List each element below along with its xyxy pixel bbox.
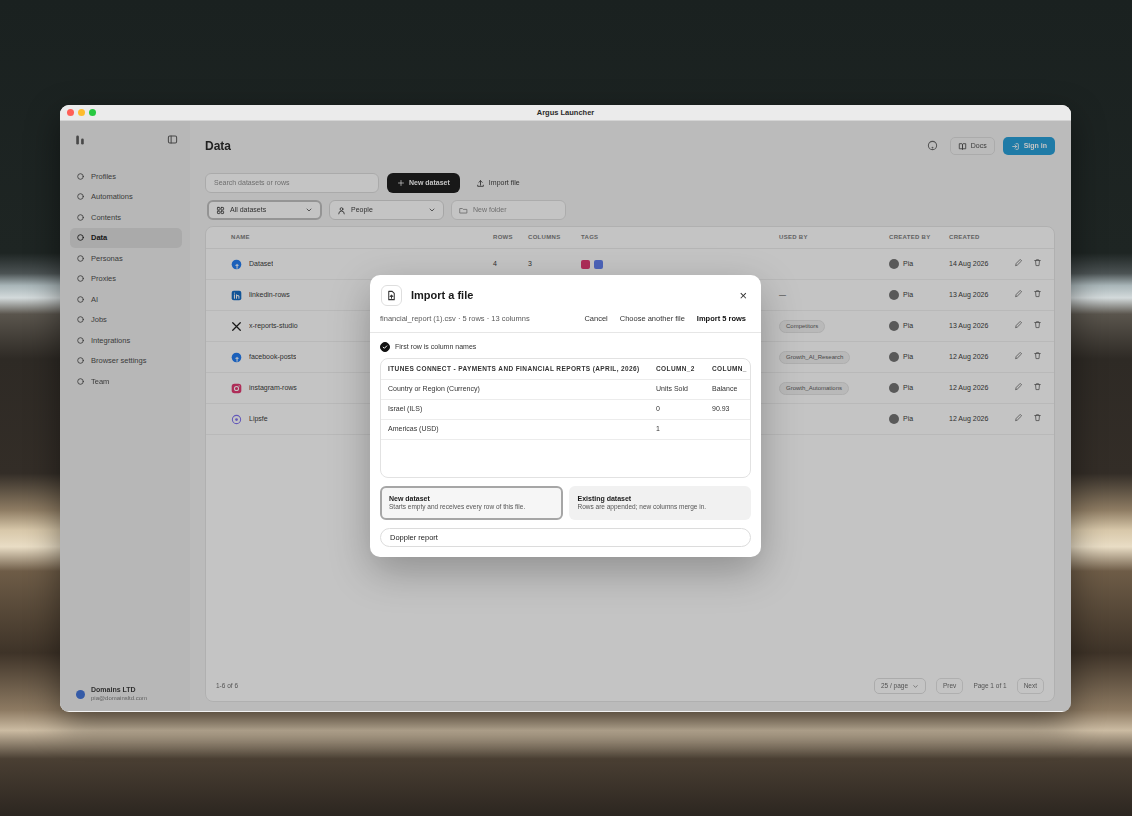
cancel-button[interactable]: Cancel xyxy=(584,313,607,324)
window-title: Argus Launcher xyxy=(107,108,1024,117)
choose-file-button[interactable]: Choose another file xyxy=(620,313,685,324)
target-title: Existing dataset xyxy=(578,494,743,503)
file-badge xyxy=(381,285,402,306)
preview-row: Americas (USD)1 xyxy=(381,419,750,439)
preview-row: Israel (ILS)090.93 xyxy=(381,399,750,419)
target-title: New dataset xyxy=(389,494,554,503)
window-controls xyxy=(67,109,107,116)
preview-cell: 0 xyxy=(649,404,705,415)
import-button[interactable]: Import 5 rows xyxy=(697,313,746,324)
import-modal: Import a file × financial_report (1).csv ·… xyxy=(370,275,761,556)
preview-cell: 90.93 xyxy=(705,404,751,415)
preview-row: Country or Region (Currency)Units SoldBa… xyxy=(381,379,750,399)
close-dot[interactable] xyxy=(67,109,74,116)
title-bar: Argus Launcher xyxy=(60,105,1071,121)
preview-cell: Israel (ILS) xyxy=(381,404,649,415)
header-checkbox[interactable] xyxy=(380,342,390,352)
preview-header: ITUNES CONNECT - PAYMENTS AND FINANCIAL … xyxy=(381,359,750,379)
target-option[interactable]: Existing datasetRows are appended; new c… xyxy=(569,486,752,520)
preview-column: COLUMN_ xyxy=(705,364,751,374)
app-window: Argus Launcher ProfilesAutomationsConten… xyxy=(60,105,1071,712)
close-button[interactable]: × xyxy=(737,289,749,302)
preview-table: ITUNES CONNECT - PAYMENTS AND FINANCIAL … xyxy=(380,358,751,478)
zoom-dot[interactable] xyxy=(89,109,96,116)
dataset-name-field[interactable] xyxy=(380,528,751,547)
preview-cell: Balance xyxy=(705,384,751,395)
preview-cell: 1 xyxy=(649,424,705,435)
window-body: ProfilesAutomationsContentsDataPersonasP… xyxy=(60,121,1071,711)
file-info: financial_report (1).csv · 5 rows · 13 c… xyxy=(380,313,530,324)
preview-column: COLUMN_2 xyxy=(649,364,705,374)
minimize-dot[interactable] xyxy=(78,109,85,116)
header-option-label: First row is column names xyxy=(395,342,476,353)
target-description: Starts empty and receives every row of t… xyxy=(389,503,554,511)
modal-header: Import a file × xyxy=(370,275,761,309)
preview-column: ITUNES CONNECT - PAYMENTS AND FINANCIAL … xyxy=(381,364,649,374)
preview-cell: Americas (USD) xyxy=(381,424,649,435)
modal-subheader: financial_report (1).csv · 5 rows · 13 c… xyxy=(370,309,761,332)
target-description: Rows are appended; new columns merge in. xyxy=(578,503,743,511)
modal-body: First row is column names ITUNES CONNECT … xyxy=(370,333,761,557)
preview-row xyxy=(381,439,750,459)
target-option[interactable]: New datasetStarts empty and receives eve… xyxy=(380,486,563,520)
check-icon xyxy=(381,343,389,351)
preview-cell: Country or Region (Currency) xyxy=(381,384,649,395)
modal-title: Import a file xyxy=(411,289,473,302)
preview-cell: Units Sold xyxy=(649,384,705,395)
modal-backdrop[interactable]: Import a file × financial_report (1).csv ·… xyxy=(60,121,1071,711)
target-options: New datasetStarts empty and receives eve… xyxy=(380,486,751,520)
file-import-icon xyxy=(386,290,397,301)
header-option[interactable]: First row is column names xyxy=(380,342,751,353)
desktop: Argus Launcher ProfilesAutomationsConten… xyxy=(0,0,1132,816)
